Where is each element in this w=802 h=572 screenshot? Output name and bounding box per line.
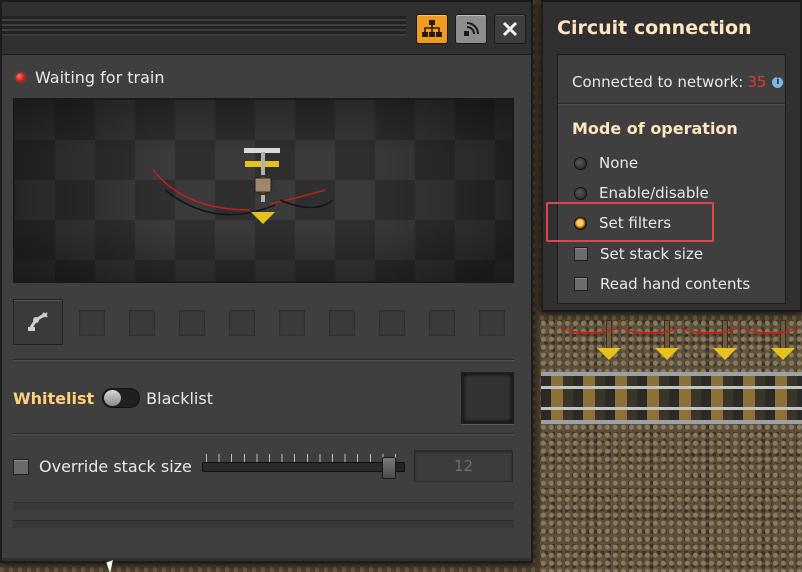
logistics-network-button[interactable] (416, 14, 448, 44)
info-icon[interactable]: i (772, 76, 784, 88)
radio-none[interactable] (574, 156, 587, 170)
slider-ticks (206, 454, 396, 462)
filter-mode-row: Whitelist Blacklist (13, 388, 213, 408)
entity-preview[interactable] (13, 98, 514, 283)
option-label[interactable]: Enable/disable (599, 184, 709, 202)
override-stack-size-checkbox[interactable] (13, 458, 29, 475)
network-id: 35 (747, 73, 767, 91)
option-label[interactable]: Set stack size (600, 245, 703, 263)
slider-fill (203, 463, 383, 471)
filter-preview-slot[interactable] (461, 372, 514, 424)
override-row: Override stack size (13, 457, 192, 476)
entity-icon-slot[interactable] (13, 299, 63, 345)
circuit-panel-title: Circuit connection (557, 17, 752, 39)
slider-handle[interactable] (382, 457, 396, 479)
switch-knob[interactable] (104, 390, 122, 406)
circuit-connection-panel: Circuit connection Connected to network:… (541, 0, 802, 312)
option-label[interactable]: None (599, 154, 638, 172)
override-stack-size-label: Override stack size (39, 457, 192, 476)
rail-track (541, 372, 802, 424)
option-enable-disable[interactable]: Enable/disable (574, 184, 709, 202)
red-wire (680, 316, 740, 334)
whitelist-blacklist-switch[interactable] (102, 388, 141, 408)
filter-slot[interactable] (329, 310, 355, 336)
annotation-highlight-box (546, 202, 714, 242)
network-tree-icon (422, 20, 442, 37)
network-row: Connected to network: 35 i (572, 73, 784, 91)
inserter-panel: Waiting for train Whitelist Blacklist Ov… (0, 0, 533, 563)
filter-slot[interactable] (279, 310, 305, 336)
filter-slot[interactable] (479, 310, 505, 336)
close-icon (502, 21, 518, 37)
inserter-icon (28, 312, 48, 331)
option-set-stack-size[interactable]: Set stack size (574, 245, 703, 263)
section-divider (558, 103, 785, 105)
filter-slot[interactable] (79, 310, 105, 336)
panel-footer-stripe (13, 520, 514, 528)
close-button[interactable] (494, 14, 526, 44)
section-divider (13, 433, 514, 435)
red-wire (740, 316, 800, 334)
checkbox-read-hand-contents[interactable] (574, 277, 588, 291)
filter-slot[interactable] (179, 310, 205, 336)
panel-titlebar[interactable] (2, 2, 531, 48)
status-text: Waiting for train (35, 68, 165, 87)
filter-slot[interactable] (429, 310, 455, 336)
red-wire (620, 316, 680, 334)
stack-size-input[interactable]: 12 (414, 450, 513, 482)
network-label: Connected to network: (572, 73, 744, 91)
filter-slot[interactable] (229, 310, 255, 336)
circuit-network-button[interactable] (455, 14, 487, 44)
wireless-signal-icon (464, 22, 479, 36)
radio-enable-disable[interactable] (574, 186, 587, 200)
status-row: Waiting for train (16, 68, 164, 87)
whitelist-label[interactable]: Whitelist (13, 389, 94, 408)
inserter-preview-image (152, 148, 334, 224)
option-label[interactable]: Read hand contents (600, 275, 750, 293)
drag-handle[interactable] (2, 16, 406, 36)
filter-slot[interactable] (379, 310, 405, 336)
circuit-panel-content: Connected to network: 35 i Mode of opera… (557, 54, 786, 304)
stack-size-slider[interactable] (202, 454, 405, 479)
status-indicator-icon (16, 73, 25, 82)
blacklist-label[interactable]: Blacklist (146, 389, 213, 408)
option-read-hand-contents[interactable]: Read hand contents (574, 275, 750, 293)
filter-slots (13, 299, 63, 345)
panel-footer-stripe (13, 502, 514, 510)
filter-slot[interactable] (129, 310, 155, 336)
red-wire (560, 316, 620, 334)
checkbox-set-stack-size[interactable] (574, 247, 588, 261)
mode-of-operation-title: Mode of operation (572, 119, 738, 138)
option-none[interactable]: None (574, 154, 638, 172)
section-divider (13, 359, 514, 361)
